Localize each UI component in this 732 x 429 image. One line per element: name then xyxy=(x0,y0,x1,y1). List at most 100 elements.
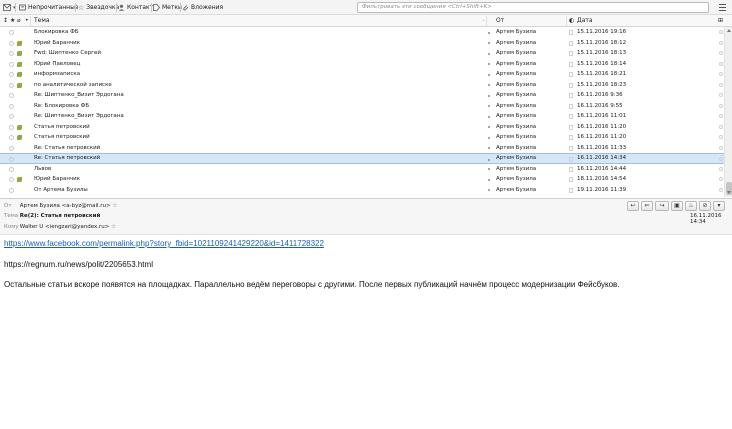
message-row[interactable]: Fwd: Шиптенко Сергей Артем Бузила 15.11.20… xyxy=(0,48,724,59)
reply-all-button[interactable]: ⇐ xyxy=(641,201,653,211)
column-picker-icon[interactable]: ⊞ xyxy=(718,17,723,25)
junk-status-icon[interactable] xyxy=(488,42,490,44)
add-contact-star-icon-2[interactable]: ☆ xyxy=(111,224,116,230)
read-status-icon[interactable] xyxy=(569,51,573,56)
message-row[interactable]: по аналитической записке Артем Бузила 15.1… xyxy=(0,80,724,91)
star-toggle-icon[interactable] xyxy=(9,114,14,119)
filter-attachments-button[interactable]: Вложения xyxy=(182,3,223,12)
junk-status-icon[interactable] xyxy=(488,136,490,139)
message-row[interactable]: Re: Шиптенко_Визит Эрдогана Артем Бузила 1… xyxy=(0,111,724,122)
facebook-link[interactable]: https://www.facebook.com/permalink.php?s… xyxy=(4,239,324,248)
message-row[interactable]: Статья петровский Артем Бузила 16.11.2016 … xyxy=(0,122,724,133)
read-status-icon[interactable] xyxy=(569,72,573,77)
to-value[interactable]: Walter U <iengzari@yandex.ru> xyxy=(20,224,110,230)
delete-button[interactable]: ⊘ xyxy=(699,201,711,211)
filter-contact-button[interactable]: Контакт xyxy=(118,3,153,12)
junk-status-icon[interactable] xyxy=(488,94,490,97)
star-toggle-icon[interactable] xyxy=(9,72,14,77)
star-toggle-icon[interactable] xyxy=(9,82,14,88)
message-list[interactable]: Блокировка ФБ Артем Бузила 15.11.2016 19:1… xyxy=(0,27,724,197)
message-row[interactable]: От Артема Бузилы Артем Бузила 19.11.2016 1… xyxy=(0,185,724,196)
toolbar-left-icon[interactable]: ▾ xyxy=(3,3,16,12)
read-status-icon[interactable] xyxy=(569,157,573,162)
read-status-icon[interactable] xyxy=(569,145,573,151)
star-toggle-icon[interactable] xyxy=(9,30,14,35)
read-status-icon[interactable] xyxy=(569,82,573,88)
read-status-icon[interactable] xyxy=(569,61,573,67)
message-row[interactable]: Юрий Баранчик Артем Бузила 15.11.2016 18:1… xyxy=(0,38,724,49)
message-row[interactable]: Re: Статья петровский Артем Бузила 16.11.2… xyxy=(0,143,724,154)
star-toggle-icon[interactable] xyxy=(9,157,14,162)
read-status-icon[interactable] xyxy=(569,124,573,130)
junk-status-icon[interactable] xyxy=(488,126,490,128)
read-status-icon[interactable] xyxy=(569,114,573,119)
message-list-scrollbar[interactable] xyxy=(724,27,732,197)
forward-button[interactable]: ↪ xyxy=(655,201,669,211)
archive-icon: ▣ xyxy=(674,202,680,209)
star-toggle-icon[interactable] xyxy=(9,124,14,130)
message-row[interactable]: Статья петровский Артем Бузила 16.11.2016 … xyxy=(0,132,724,143)
junk-button[interactable]: ♨ xyxy=(685,201,697,211)
scroll-up-icon[interactable] xyxy=(727,29,731,32)
junk-status-icon[interactable] xyxy=(488,178,490,181)
filter-starred-button[interactable]: ☆ Звездочка xyxy=(78,3,119,12)
read-status-icon[interactable] xyxy=(569,30,573,35)
junk-status-icon[interactable] xyxy=(488,189,490,191)
junk-status-icon[interactable] xyxy=(488,115,490,118)
message-row[interactable]: Юрий Баранчик Артем Бузила 18.11.2016 14:5… xyxy=(0,174,724,185)
filter-messages-input[interactable]: Фильтровать эти сообщения <Ctrl+Shift+K> xyxy=(357,2,709,13)
star-toggle-icon[interactable] xyxy=(9,187,14,193)
thread-column-icon[interactable]: ↕ xyxy=(3,17,8,25)
menu-icon[interactable] xyxy=(717,3,727,12)
junk-status-icon[interactable] xyxy=(488,147,490,149)
junk-status-icon[interactable] xyxy=(488,63,490,65)
message-row[interactable]: Львов Артем Бузила 16.11.2016 14:44 xyxy=(0,164,724,175)
message-row[interactable]: Re: Статья петровский Артем Бузила 16.11.2… xyxy=(0,153,724,164)
star-toggle-icon[interactable] xyxy=(9,93,14,98)
star-toggle-icon[interactable] xyxy=(9,103,14,109)
star-toggle-icon[interactable] xyxy=(9,166,14,172)
star-column-icon[interactable]: ★ xyxy=(10,17,15,25)
read-status-icon[interactable] xyxy=(569,40,573,46)
read-status-icon[interactable] xyxy=(569,103,573,109)
junk-status-icon[interactable] xyxy=(488,105,490,107)
read-status-icon[interactable] xyxy=(569,93,573,98)
message-row[interactable]: Юрий Павловец Артем Бузила 15.11.2016 18:1… xyxy=(0,59,724,70)
from-value[interactable]: Артем Бузила <a-byz@mail.ru> xyxy=(20,203,111,209)
message-row[interactable]: информзаписка Артем Бузила 15.11.2016 18:2… xyxy=(0,69,724,80)
column-subject[interactable]: Тема xyxy=(34,17,50,25)
junk-status-icon[interactable] xyxy=(488,168,490,170)
filter-unread-button[interactable]: Непрочитанные xyxy=(19,3,79,12)
add-contact-star-icon[interactable]: ☆ xyxy=(112,203,117,209)
message-row[interactable]: Re: Шиптенко_Визит Эрдогана Артем Бузила 1… xyxy=(0,90,724,101)
message-subject: Re: Шиптенко_Визит Эрдогана xyxy=(34,113,124,119)
junk-status-icon[interactable] xyxy=(488,31,490,34)
unread-column-icon[interactable]: • xyxy=(25,17,29,25)
reply-button[interactable]: ↩ xyxy=(627,201,639,211)
star-toggle-icon[interactable] xyxy=(9,135,14,140)
spam-column-icon[interactable]: ⋅ xyxy=(483,17,485,25)
archive-button[interactable]: ▣ xyxy=(671,201,683,211)
read-status-icon[interactable] xyxy=(569,187,573,193)
column-date[interactable]: Дата xyxy=(577,17,593,25)
junk-status-icon[interactable] xyxy=(488,73,490,76)
junk-status-icon[interactable] xyxy=(488,52,490,55)
read-status-icon[interactable] xyxy=(569,135,573,140)
junk-status-icon[interactable] xyxy=(488,158,490,161)
message-row[interactable]: Блокировка ФБ Артем Бузила 15.11.2016 19:1… xyxy=(0,27,724,38)
filter-tags-button[interactable]: Метки xyxy=(153,3,182,12)
date-sort-icon[interactable]: ◐ xyxy=(569,17,574,25)
more-button[interactable]: ▾ xyxy=(713,201,725,211)
star-toggle-icon[interactable] xyxy=(9,51,14,56)
junk-status-icon[interactable] xyxy=(488,84,490,86)
scroll-down-icon[interactable] xyxy=(727,191,731,194)
read-status-icon[interactable] xyxy=(569,166,573,172)
star-toggle-icon[interactable] xyxy=(9,145,14,151)
star-toggle-icon[interactable] xyxy=(9,61,14,67)
attachment-column-icon[interactable]: ⌀ xyxy=(17,17,21,25)
message-row[interactable]: Re: Блокировка ФБ Артем Бузила 16.11.2016 … xyxy=(0,101,724,112)
read-status-icon[interactable] xyxy=(569,177,573,182)
column-from[interactable]: От xyxy=(496,17,504,25)
star-toggle-icon[interactable] xyxy=(9,177,14,182)
star-toggle-icon[interactable] xyxy=(9,40,14,46)
